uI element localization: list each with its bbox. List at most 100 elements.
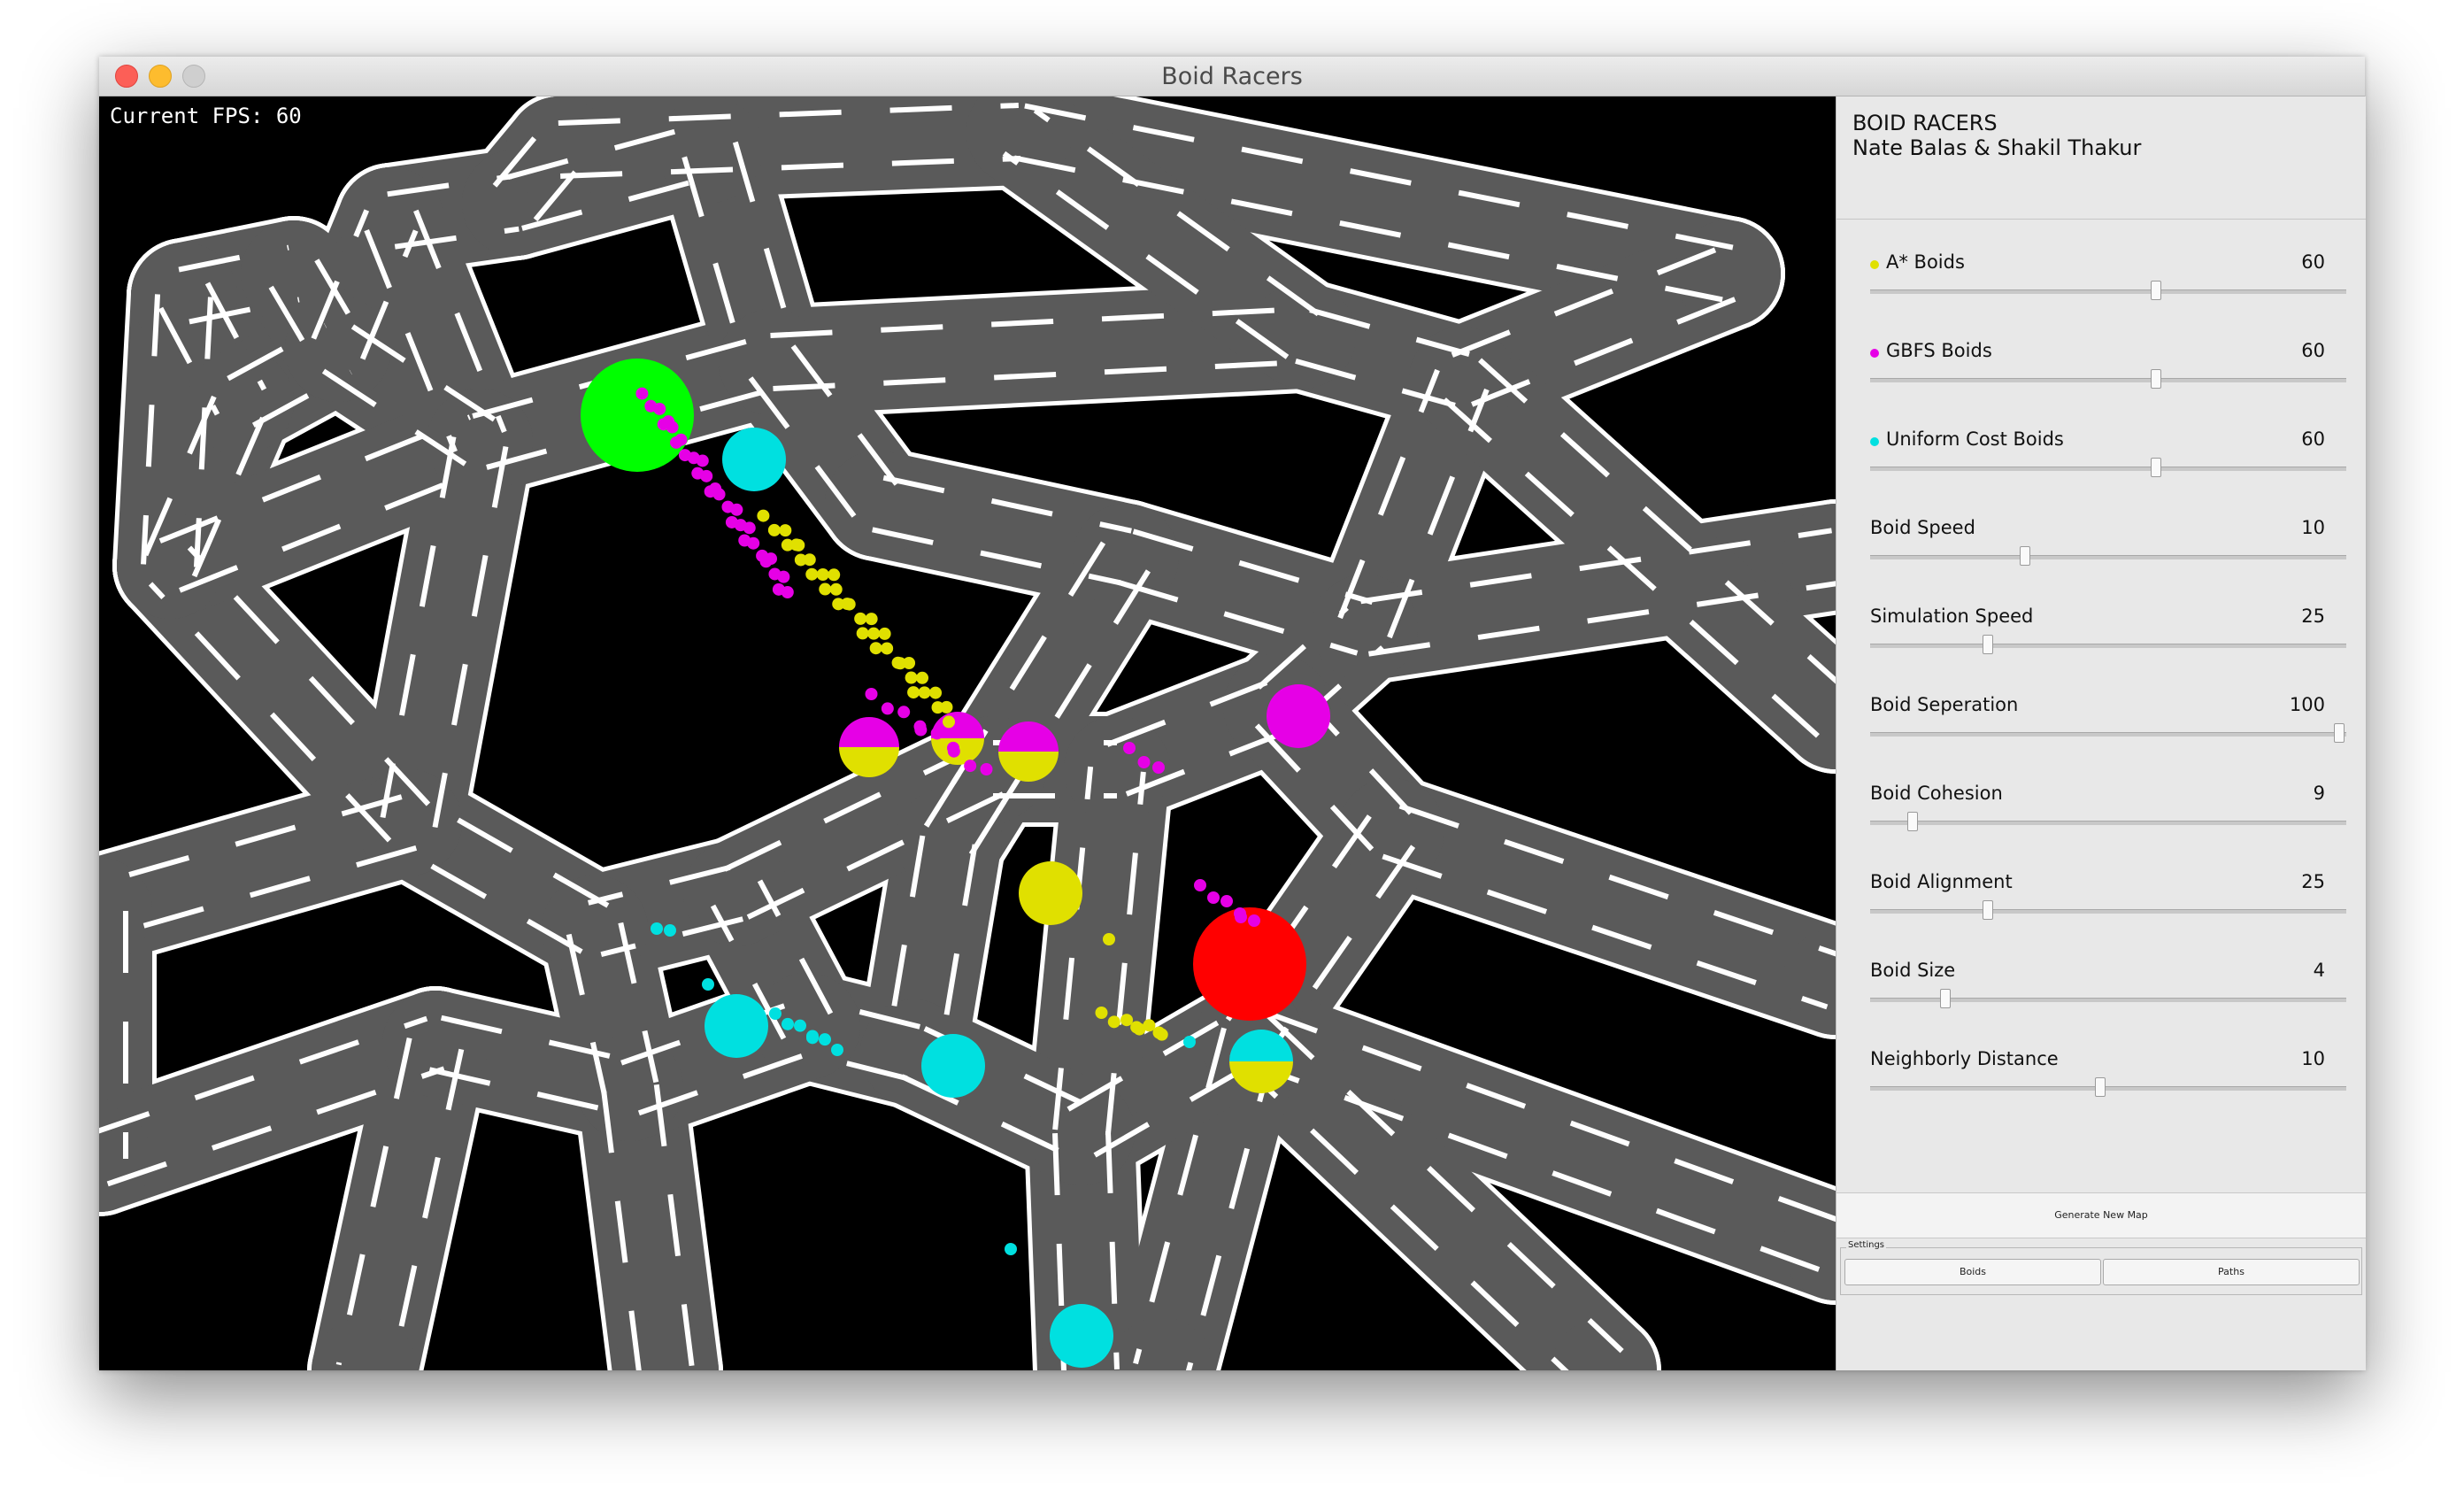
- slider-track[interactable]: [1870, 555, 2346, 559]
- astar-boid: [767, 523, 781, 536]
- tab-boids[interactable]: Boids: [1844, 1259, 2101, 1285]
- astar-boid: [929, 686, 943, 699]
- slider-track[interactable]: [1870, 1086, 2346, 1091]
- junction: [241, 220, 347, 327]
- road-map: [99, 96, 1836, 1370]
- astar-boid: [828, 568, 841, 582]
- ucs-boid: [651, 922, 663, 935]
- slider-track[interactable]: [1870, 289, 2346, 294]
- slider-value: 25: [2301, 871, 2325, 892]
- gbfs-boid: [635, 387, 649, 400]
- authors-label: Nate Balas & Shakil Thakur: [1852, 135, 2142, 160]
- gbfs-boid: [1220, 895, 1233, 907]
- slider-row: Simulation Speed 25: [1870, 606, 2346, 676]
- astar-boid: [1130, 1021, 1143, 1034]
- slider-row: Boid Seperation 100: [1870, 694, 2346, 765]
- gbfs-waypoint: [1267, 684, 1330, 748]
- slider-track[interactable]: [1870, 732, 2346, 737]
- panel-header: BOID RACERS Nate Balas & Shakil Thakur: [1836, 96, 2366, 220]
- tab-paths[interactable]: Paths: [2103, 1259, 2360, 1285]
- gbfs-boid: [1194, 879, 1206, 891]
- slider-label: Boid Speed: [1870, 517, 1975, 538]
- slider-label: A* Boids: [1886, 251, 1965, 273]
- slider-thumb[interactable]: [2151, 369, 2161, 389]
- slider-track[interactable]: [1870, 821, 2346, 825]
- astar-boid: [1152, 1026, 1166, 1039]
- slider-label: Simulation Speed: [1870, 606, 2034, 627]
- astar-boid: [1120, 1014, 1134, 1027]
- simulation-canvas[interactable]: Current FPS: 60: [99, 96, 1836, 1370]
- slider-value: 60: [2301, 340, 2325, 361]
- ucs-waypoint: [1050, 1304, 1113, 1368]
- gbfs-boid: [759, 555, 773, 568]
- astar-boid: [856, 627, 869, 640]
- ucs-boid: [702, 978, 714, 991]
- slider-label: Uniform Cost Boids: [1886, 428, 2064, 450]
- gbfs-boid: [666, 420, 679, 434]
- app-heading: BOID RACERS: [1852, 111, 1998, 135]
- series-color-dot-icon: [1870, 437, 1879, 446]
- slider-label: Boid Seperation: [1870, 694, 2019, 715]
- slider-track[interactable]: [1870, 467, 2346, 471]
- gbfs-boid: [914, 723, 928, 737]
- astar-boid: [1107, 1015, 1120, 1029]
- astar-boid: [843, 598, 856, 611]
- ucs-waypoint: [705, 994, 768, 1058]
- slider-thumb[interactable]: [1983, 635, 1993, 654]
- slider-thumb[interactable]: [1983, 900, 1993, 920]
- slider-track[interactable]: [1870, 644, 2346, 648]
- slider-row: Boid Alignment 25: [1870, 871, 2346, 942]
- slider-row: GBFS Boids 60: [1870, 340, 2346, 411]
- ucs-waypoint: [722, 428, 786, 491]
- slider-value: 10: [2301, 517, 2325, 538]
- slider-label: Neighborly Distance: [1870, 1048, 2059, 1069]
- slider-label: Boid Alignment: [1870, 871, 2013, 892]
- generate-new-map-button[interactable]: Generate New Map: [1836, 1192, 2366, 1238]
- slider-thumb[interactable]: [2334, 723, 2345, 743]
- slider-thumb[interactable]: [2151, 458, 2161, 477]
- title-bar[interactable]: Boid Racers: [99, 57, 2365, 96]
- slider-thumb[interactable]: [1907, 812, 1918, 831]
- astar-boid: [1103, 933, 1115, 945]
- slider-thumb[interactable]: [2151, 281, 2161, 300]
- astar-boid: [816, 568, 829, 581]
- astar-boid: [878, 627, 891, 640]
- app-window: Boid Racers Current FPS: 60 BOID RACERS …: [99, 57, 2366, 1370]
- junction: [1028, 1079, 1135, 1185]
- control-panel: BOID RACERS Nate Balas & Shakil Thakur A…: [1836, 96, 2366, 1370]
- gbfs-boid: [865, 688, 878, 700]
- gbfs-boid: [964, 760, 977, 773]
- astar-boid: [881, 642, 894, 655]
- astar-boid: [781, 538, 794, 552]
- astar-boid: [805, 567, 819, 581]
- astar-boid: [943, 715, 955, 729]
- junction: [117, 513, 223, 619]
- astar-boid: [894, 657, 907, 670]
- astar-boid: [907, 686, 920, 699]
- slider-thumb[interactable]: [2020, 546, 2030, 566]
- slider-thumb[interactable]: [1940, 989, 1951, 1008]
- slider-label: Boid Size: [1870, 960, 1956, 981]
- astar-boid: [757, 509, 770, 522]
- start-node: [581, 359, 694, 472]
- slider-row: Boid Size 4: [1870, 960, 2346, 1030]
- slider-label: GBFS Boids: [1886, 340, 1992, 361]
- slider-track[interactable]: [1870, 909, 2346, 914]
- slider-track[interactable]: [1870, 378, 2346, 382]
- astar-boid: [865, 613, 878, 626]
- gbfs-boid: [653, 402, 666, 415]
- gbfs-boid: [897, 706, 911, 719]
- series-color-dot-icon: [1870, 260, 1879, 269]
- settings-group: Settings Boids Paths: [1840, 1240, 2362, 1295]
- ucs-boid: [819, 1033, 831, 1046]
- slider-thumb[interactable]: [2095, 1077, 2106, 1097]
- gbfs-boid: [670, 436, 683, 449]
- road-segment: [356, 389, 533, 876]
- gbfs-boid: [1123, 742, 1136, 754]
- gbfs-boid: [1152, 761, 1165, 774]
- astar-boid: [1143, 1019, 1156, 1032]
- astar-boid: [792, 538, 805, 552]
- slider-row: Boid Speed 10: [1870, 517, 2346, 588]
- junction: [754, 973, 860, 1079]
- gbfs-boid: [747, 536, 760, 550]
